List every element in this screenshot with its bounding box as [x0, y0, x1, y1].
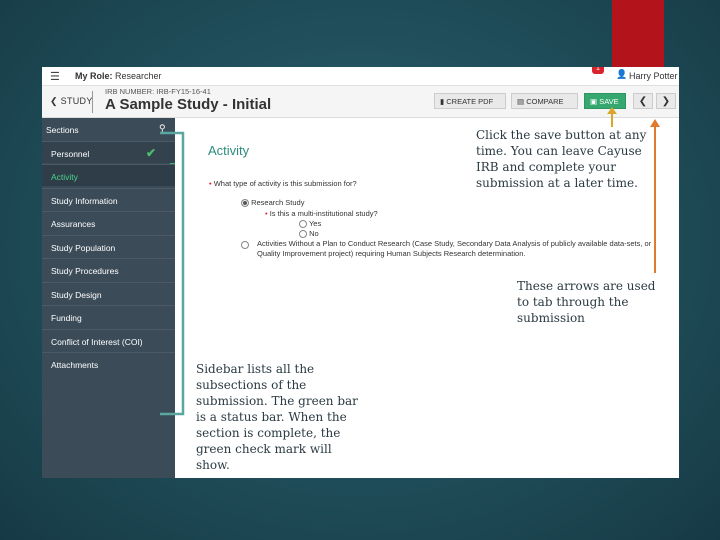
save-label: SAVE	[599, 97, 619, 106]
sidebar-item-study-procedures[interactable]: Study Procedures	[42, 258, 175, 280]
check-icon: ✔	[146, 146, 157, 160]
radio-no[interactable]	[299, 230, 307, 239]
option-label: Research Study	[251, 198, 305, 207]
sidebar-item-label: Study Design	[51, 290, 102, 300]
sidebar-header: Sections ⚲	[42, 118, 175, 141]
sidebar-item-label: Attachments	[51, 360, 99, 370]
role-indicator: My Role: Researcher	[75, 71, 162, 81]
sidebar-item-label: Personnel	[51, 149, 90, 159]
sidebar-item-study-design[interactable]: Study Design	[42, 282, 175, 304]
create-pdf-button[interactable]: ▮ CREATE PDF	[434, 93, 506, 109]
sidebar-item-study-population[interactable]: Study Population	[42, 235, 175, 257]
option-research-study[interactable]: Research Study	[241, 198, 305, 208]
sidebar-title: Sections	[46, 125, 79, 135]
annotation-arrows: These arrows are used to tab through the…	[517, 279, 656, 325]
question-multi-institutional: • Is this a multi-institutional study?	[265, 209, 378, 218]
study-header: ❮ STUDY IRB NUMBER: IRB-FY15-16-41 A Sam…	[42, 86, 679, 118]
radio-research-study[interactable]	[241, 199, 249, 208]
file-icon: ▮	[440, 97, 445, 106]
page-title: A Sample Study - Initial	[105, 96, 272, 113]
question-text: Is this a multi-institutional study?	[269, 209, 378, 218]
option-no[interactable]: No	[299, 229, 319, 239]
annotation-save: Click the save button at any time. You c…	[476, 128, 647, 190]
save-button[interactable]: ▣ SAVE	[584, 93, 626, 109]
pin-icon[interactable]: ⚲	[159, 123, 166, 134]
sidebar-item-label: Study Population	[51, 243, 116, 253]
next-section-button[interactable]: ❯	[656, 93, 676, 109]
back-to-study-link[interactable]: ❮ STUDY	[50, 96, 93, 107]
sidebar-item-attachments[interactable]: Attachments	[42, 352, 175, 374]
floppy-disk-icon: ▣	[590, 97, 598, 106]
option-label: Yes	[308, 219, 322, 228]
irb-number: IRB NUMBER: IRB-FY15-16-41	[105, 87, 211, 96]
back-study-label: STUDY	[60, 96, 93, 106]
option-label: No	[309, 229, 319, 238]
sidebar-item-label: Conflict of Interest (COI)	[51, 337, 143, 347]
question-text: What type of activity is this submission…	[213, 179, 357, 188]
sidebar-item-label: Study Information	[51, 196, 118, 206]
radio-activities-without-plan[interactable]	[241, 241, 249, 249]
user-icon: 👤	[616, 69, 628, 79]
chevron-left-icon: ❮	[638, 96, 648, 107]
top-bar: ☰ My Role: Researcher 1 👤 Harry Potter	[42, 67, 679, 86]
sidebar-item-label: Activity	[51, 172, 78, 182]
sidebar-item-assurances[interactable]: Assurances	[42, 211, 175, 233]
annotation-sidebar: Sidebar lists all the subsections of the…	[196, 362, 358, 472]
sidebar-item-study-information[interactable]: Study Information	[42, 188, 175, 210]
compare-button[interactable]: ▤ COMPARE	[511, 93, 578, 109]
role-label: My Role:	[75, 71, 113, 81]
sidebar-item-personnel[interactable]: Personnel ✔	[42, 141, 175, 163]
question-activity-type: • What type of activity is this submissi…	[209, 179, 357, 188]
sidebar-item-coi[interactable]: Conflict of Interest (COI)	[42, 329, 175, 351]
chevron-left-icon: ❮	[50, 96, 61, 106]
header-divider	[92, 91, 93, 113]
sections-sidebar: Sections ⚲ Personnel ✔ Activity Study In…	[42, 118, 175, 478]
radio-yes[interactable]	[299, 220, 307, 229]
decorative-red-bar	[612, 0, 664, 68]
sidebar-item-label: Study Procedures	[51, 266, 119, 276]
role-value: Researcher	[115, 71, 162, 81]
hamburger-icon[interactable]: ☰	[50, 70, 60, 83]
sidebar-item-label: Assurances	[51, 219, 96, 229]
option-label: Activities Without a Plan to Conduct Res…	[257, 239, 652, 258]
compare-icon: ▤	[517, 97, 525, 106]
user-name[interactable]: Harry Potter	[629, 71, 678, 81]
previous-section-button[interactable]: ❮	[633, 93, 653, 109]
chevron-right-icon: ❯	[661, 96, 671, 107]
section-title: Activity	[208, 143, 250, 158]
sidebar-item-activity[interactable]: Activity	[42, 164, 175, 186]
create-pdf-label: CREATE PDF	[446, 97, 494, 106]
notification-badge[interactable]: 1	[592, 67, 604, 74]
sidebar-item-label: Funding	[51, 313, 82, 323]
sidebar-item-funding[interactable]: Funding	[42, 305, 175, 327]
compare-label: COMPARE	[526, 97, 564, 106]
option-yes[interactable]: Yes	[299, 219, 322, 229]
